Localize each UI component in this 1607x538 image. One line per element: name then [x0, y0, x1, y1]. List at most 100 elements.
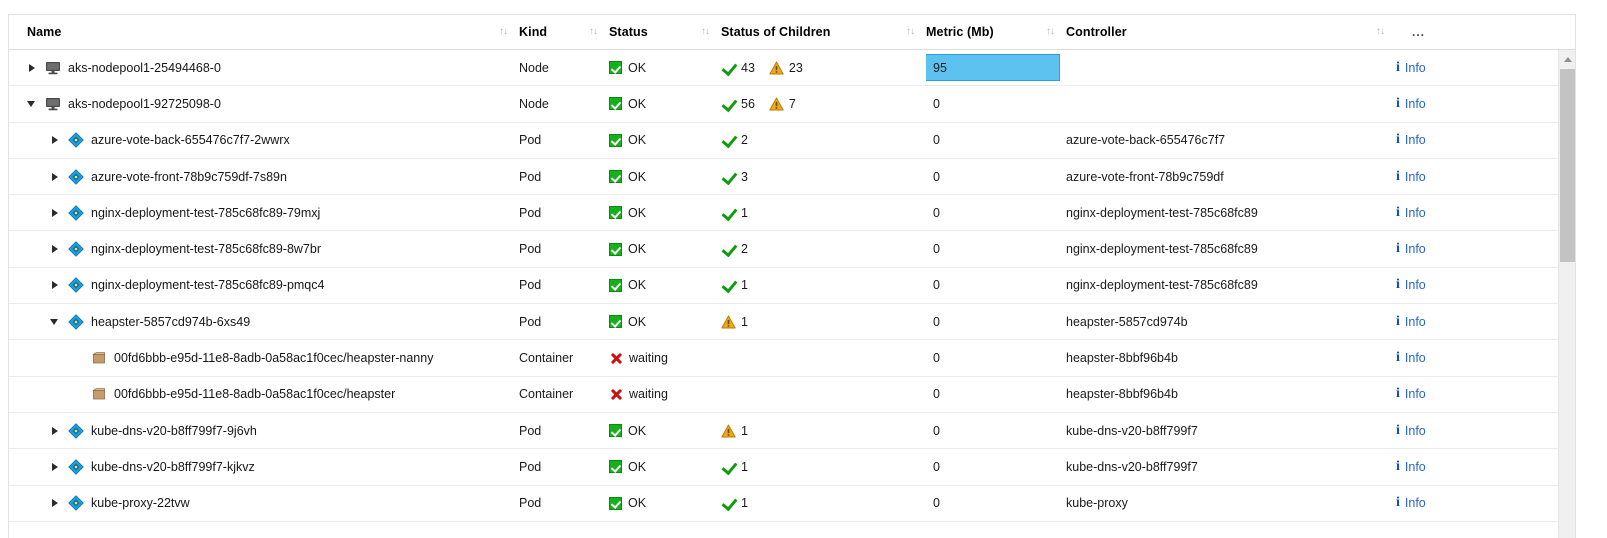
- table-row[interactable]: kube-dns-v20-b8ff799f7-9j6vh Pod OK 1 0 kube-…: [9, 412, 1575, 450]
- table-row[interactable]: azure-vote-front-78b9c759df-7s89n Pod OK 3 0…: [9, 158, 1575, 196]
- cell-name[interactable]: aks-nodepool1-92725098-0: [9, 86, 519, 121]
- cell-metric[interactable]: 0: [926, 195, 1066, 230]
- column-header-name[interactable]: Name ↑↓: [9, 15, 519, 49]
- sort-arrows-icon[interactable]: ↑↓: [1046, 27, 1055, 37]
- more-columns-icon[interactable]: ...: [1412, 26, 1425, 38]
- collapse-triangle-icon[interactable]: [49, 315, 62, 328]
- cell-name[interactable]: 00fd6bbb-e95d-11e8-8adb-0a58ac1f0cec/hea…: [9, 340, 519, 375]
- cell-info[interactable]: i Info: [1396, 304, 1541, 339]
- cell-info[interactable]: i Info: [1396, 340, 1541, 375]
- sort-arrows-icon[interactable]: ↑↓: [1376, 27, 1385, 37]
- cell-name[interactable]: nginx-deployment-test-785c68fc89-pmqc4: [9, 268, 519, 303]
- metric-value: 95: [933, 60, 947, 75]
- cell-metric[interactable]: 0: [926, 304, 1066, 339]
- cell-info[interactable]: i Info: [1396, 86, 1541, 121]
- expand-triangle-icon[interactable]: [49, 497, 62, 510]
- cell-info[interactable]: i Info: [1396, 50, 1541, 85]
- info-link[interactable]: i Info: [1396, 205, 1426, 220]
- cell-name[interactable]: kube-proxy-22tvw: [9, 486, 519, 521]
- sort-arrows-icon[interactable]: ↑↓: [701, 27, 710, 37]
- cell-info[interactable]: i Info: [1396, 159, 1541, 194]
- green-check-icon: [721, 170, 736, 184]
- cell-info[interactable]: i Info: [1396, 486, 1541, 521]
- cell-metric[interactable]: 0: [926, 486, 1066, 521]
- cell-info[interactable]: i Info: [1396, 231, 1541, 266]
- scroll-up-arrow-icon[interactable]: [1559, 50, 1575, 67]
- info-link[interactable]: i Info: [1396, 169, 1426, 184]
- table-row[interactable]: aks-nodepool1-92725098-0 Node OK 56 7 0 i Info: [9, 86, 1575, 123]
- metric-selected-cell[interactable]: 95: [926, 54, 1060, 82]
- cell-info[interactable]: i Info: [1396, 413, 1541, 448]
- table-row[interactable]: 00fd6bbb-e95d-11e8-8adb-0a58ac1f0cec/hea…: [9, 340, 1575, 377]
- column-header-[interactable]: ...: [1396, 15, 1541, 49]
- table-row[interactable]: kube-proxy-22tvw Pod OK 1 0 kube-proxy i Info: [9, 485, 1575, 522]
- expand-triangle-icon[interactable]: [49, 424, 62, 437]
- table-row[interactable]: aks-nodepool1-25494468-0 Node OK 43 23 95 i Inf…: [9, 50, 1575, 87]
- table-row[interactable]: azure-vote-back-655476c7f7-2wwrx Pod OK 2 0 a…: [9, 122, 1575, 159]
- expand-triangle-icon[interactable]: [49, 134, 62, 147]
- cell-name[interactable]: nginx-deployment-test-785c68fc89-79mxj: [9, 195, 519, 230]
- expand-triangle-icon[interactable]: [49, 206, 62, 219]
- table-row[interactable]: nginx-deployment-test-785c68fc89-79mxj Po…: [9, 195, 1575, 232]
- column-header-kind[interactable]: Kind ↑↓: [519, 15, 609, 49]
- sort-arrows-icon[interactable]: ↑↓: [906, 27, 915, 37]
- info-link[interactable]: i Info: [1396, 242, 1426, 257]
- info-link[interactable]: i Info: [1396, 459, 1426, 474]
- cell-metric[interactable]: 0: [926, 449, 1066, 484]
- cell-name[interactable]: aks-nodepool1-25494468-0: [9, 50, 519, 85]
- cell-metric[interactable]: 0: [926, 159, 1066, 194]
- table-row[interactable]: heapster-5857cd974b-6xs49 Pod OK 1 0 heapster…: [9, 304, 1575, 341]
- metric-value: 0: [933, 314, 940, 329]
- cell-metric[interactable]: 0: [926, 123, 1066, 158]
- cell-metric[interactable]: 95: [926, 50, 1066, 85]
- cell-metric[interactable]: 0: [926, 86, 1066, 121]
- column-header-metric-mb[interactable]: Metric (Mb) ↑↓: [926, 15, 1066, 49]
- cell-metric[interactable]: 0: [926, 268, 1066, 303]
- column-header-controller[interactable]: Controller ↑↓: [1066, 15, 1396, 49]
- info-link[interactable]: i Info: [1396, 314, 1426, 329]
- cell-info[interactable]: i Info: [1396, 268, 1541, 303]
- red-x-icon: [609, 387, 623, 401]
- expand-triangle-icon[interactable]: [49, 279, 62, 292]
- info-link[interactable]: i Info: [1396, 496, 1426, 511]
- table-row[interactable]: nginx-deployment-test-785c68fc89-8w7br Po…: [9, 231, 1575, 268]
- expand-triangle-icon[interactable]: [49, 243, 62, 256]
- expand-triangle-icon[interactable]: [49, 170, 62, 183]
- cell-info[interactable]: i Info: [1396, 449, 1541, 484]
- info-link[interactable]: i Info: [1396, 423, 1426, 438]
- cell-name[interactable]: 00fd6bbb-e95d-11e8-8adb-0a58ac1f0cec/hea…: [9, 377, 519, 412]
- cell-name[interactable]: kube-dns-v20-b8ff799f7-kjkvz: [9, 449, 519, 484]
- sort-arrows-icon[interactable]: ↑↓: [499, 27, 508, 37]
- column-header-status-of-children[interactable]: Status of Children ↑↓: [721, 15, 926, 49]
- cell-info[interactable]: i Info: [1396, 195, 1541, 230]
- info-link[interactable]: i Info: [1396, 96, 1426, 111]
- info-link[interactable]: i Info: [1396, 278, 1426, 293]
- expand-triangle-icon[interactable]: [49, 460, 62, 473]
- cell-info[interactable]: i Info: [1396, 123, 1541, 158]
- cell-name[interactable]: heapster-5857cd974b-6xs49: [9, 304, 519, 339]
- info-link[interactable]: i Info: [1396, 351, 1426, 366]
- cell-kind: Pod: [519, 195, 609, 230]
- cell-metric[interactable]: 0: [926, 340, 1066, 375]
- cell-info[interactable]: i Info: [1396, 377, 1541, 412]
- table-row[interactable]: nginx-deployment-test-785c68fc89-pmqc4 Po…: [9, 267, 1575, 305]
- cell-name[interactable]: kube-dns-v20-b8ff799f7-9j6vh: [9, 413, 519, 448]
- column-header-status[interactable]: Status ↑↓: [609, 15, 721, 49]
- info-link[interactable]: i Info: [1396, 60, 1426, 75]
- expand-triangle-icon[interactable]: [26, 61, 39, 74]
- info-link[interactable]: i Info: [1396, 387, 1426, 402]
- cell-name[interactable]: azure-vote-back-655476c7f7-2wwrx: [9, 123, 519, 158]
- cell-name[interactable]: azure-vote-front-78b9c759df-7s89n: [9, 159, 519, 194]
- cell-metric[interactable]: 0: [926, 231, 1066, 266]
- vertical-scrollbar[interactable]: [1558, 50, 1575, 538]
- sort-arrows-icon[interactable]: ↑↓: [589, 27, 598, 37]
- cell-name[interactable]: nginx-deployment-test-785c68fc89-8w7br: [9, 231, 519, 266]
- cell-metric[interactable]: 0: [926, 413, 1066, 448]
- scrollbar-thumb[interactable]: [1560, 69, 1575, 262]
- cell-metric[interactable]: 0: [926, 377, 1066, 412]
- collapse-triangle-icon[interactable]: [26, 97, 39, 110]
- table-row[interactable]: kube-dns-v20-b8ff799f7-kjkvz Pod OK 1 0 kube-…: [9, 449, 1575, 486]
- status-label: OK: [628, 242, 647, 257]
- table-row[interactable]: 00fd6bbb-e95d-11e8-8adb-0a58ac1f0cec/hea…: [9, 376, 1575, 413]
- info-link[interactable]: i Info: [1396, 133, 1426, 148]
